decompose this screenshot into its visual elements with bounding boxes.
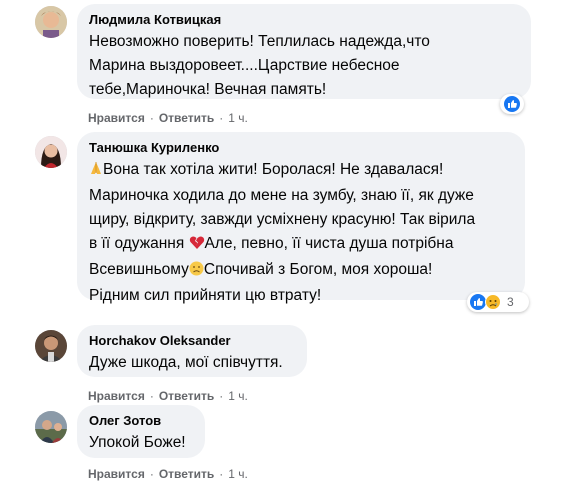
reply-link[interactable]: Ответить: [159, 111, 214, 125]
comment-text: Дуже шкода, мої співчуття.: [89, 354, 283, 371]
comment-bubble: Людмила Котвицкая Невозможно поверить! Т…: [77, 4, 531, 99]
comment-author[interactable]: Олег Зотов: [89, 413, 193, 429]
like-link[interactable]: Нравится: [88, 467, 145, 481]
like-link[interactable]: Нравится: [88, 111, 145, 125]
comment-timestamp[interactable]: 1 ч.: [228, 467, 248, 481]
reaction-badge[interactable]: [500, 94, 524, 114]
comment-text: Невозможно поверить! Теплилась надежда,ч…: [89, 33, 430, 98]
praying-hands-icon: [89, 160, 103, 184]
broken-heart-icon: [189, 234, 205, 258]
comment-author[interactable]: Танюшка Куриленко: [89, 140, 513, 156]
like-link[interactable]: Нравится: [88, 389, 145, 403]
comment-author[interactable]: Людмила Котвицкая: [89, 12, 519, 28]
comment-actions: Нравится · Ответить · 1 ч.: [88, 389, 248, 403]
reply-link[interactable]: Ответить: [159, 389, 214, 403]
comment-bubble: Танюшка Куриленко Вона так хотіла жити! …: [77, 132, 525, 304]
comment-author[interactable]: Horchakov Oleksander: [89, 333, 295, 349]
avatar[interactable]: [35, 6, 67, 38]
avatar[interactable]: [35, 330, 67, 362]
reaction-badge[interactable]: 3: [467, 292, 529, 312]
comment-actions: Нравится · Ответить · 1 ч.: [88, 111, 248, 125]
like-icon: [470, 294, 486, 310]
comment-timestamp[interactable]: 1 ч.: [228, 389, 248, 403]
comment-bubble: Олег Зотов Упокой Боже!: [77, 405, 205, 458]
reply-link[interactable]: Ответить: [159, 467, 214, 481]
sad-icon: [485, 294, 501, 310]
comment-text: Упокой Боже!: [89, 434, 186, 451]
comment-timestamp[interactable]: 1 ч.: [228, 111, 248, 125]
comment-bubble: Horchakov Oleksander Дуже шкода, мої спі…: [77, 325, 307, 377]
like-icon: [504, 96, 520, 112]
reaction-count: 3: [507, 295, 514, 309]
comment-text: Вона так хотіла жити! Боролася! Не здава…: [89, 160, 476, 304]
avatar[interactable]: [35, 411, 67, 443]
comment-actions: Нравится · Ответить · 1 ч.: [88, 467, 248, 481]
sad-face-icon: [189, 260, 204, 284]
avatar[interactable]: [35, 136, 67, 168]
